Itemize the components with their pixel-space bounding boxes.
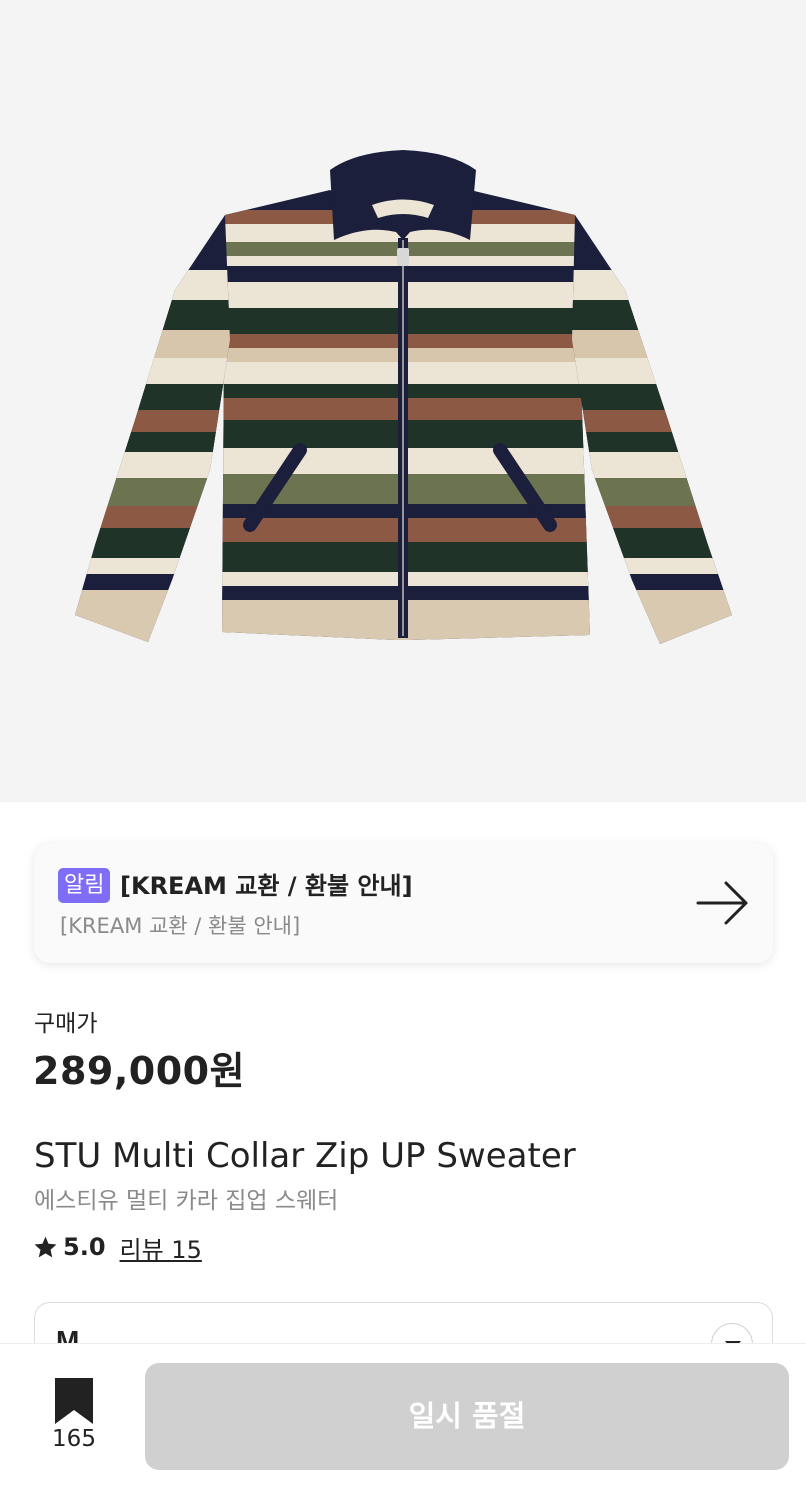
sweater-body	[222, 190, 590, 640]
rating-row: 5.0 리뷰 15	[33, 1230, 202, 1264]
notice-badge: 알림	[58, 868, 111, 903]
notice-subtitle: [KREAM 교환 / 환불 안내]	[60, 914, 301, 938]
price-value: 289,000원	[33, 1049, 246, 1093]
sweater-left-sleeve	[75, 215, 230, 642]
product-image-area[interactable]	[0, 0, 806, 802]
arrow-right-icon[interactable]	[696, 879, 750, 927]
exchange-refund-notice[interactable]: 알림 [KREAM 교환 / 환불 안내] [KREAM 교환 / 환불 안내]	[34, 843, 773, 963]
bottom-action-bar: 165 일시 품절	[0, 1343, 806, 1500]
sweater-right-sleeve	[572, 215, 732, 644]
bookmark-icon	[55, 1378, 93, 1424]
bookmark-count: 165	[52, 1426, 96, 1452]
rating-value: 5.0	[63, 1233, 106, 1261]
notice-title: [KREAM 교환 / 환불 안내]	[120, 872, 413, 900]
star-icon	[34, 1236, 57, 1257]
product-page: 알림 [KREAM 교환 / 환불 안내] [KREAM 교환 / 환불 안내]…	[0, 0, 806, 1500]
price-label: 구매가	[34, 1011, 98, 1037]
product-image	[75, 150, 732, 644]
bookmark-button[interactable]: 165	[46, 1378, 102, 1458]
sold-out-button[interactable]: 일시 품절	[145, 1363, 789, 1470]
review-count-link[interactable]: 리뷰 15	[120, 1230, 202, 1265]
product-name-korean: 에스티유 멀티 카라 집업 스웨터	[34, 1188, 339, 1214]
product-name-english: STU Multi Collar Zip UP Sweater	[34, 1136, 576, 1176]
